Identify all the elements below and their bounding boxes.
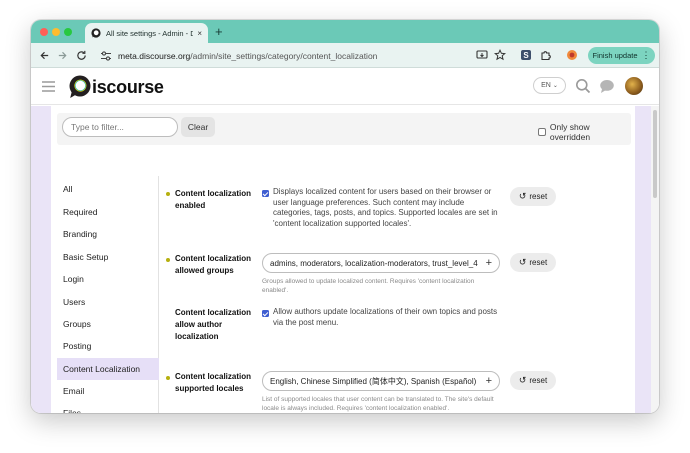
tune-icon[interactable] — [100, 50, 112, 62]
list-value: admins, moderators, localization-moderat… — [270, 258, 478, 268]
finish-update-button[interactable]: Finish update ⋮ — [588, 47, 655, 64]
nav-item-all[interactable]: All — [57, 179, 159, 199]
allowed-groups-list-input[interactable]: admins, moderators, localization-moderat… — [262, 253, 500, 273]
settings-filter-bar: Clear Only show overridden — [57, 113, 631, 145]
zoom-window-button[interactable] — [64, 28, 72, 36]
setting-name: Content localization enabled — [175, 189, 251, 210]
only-overridden-checkbox[interactable] — [538, 128, 546, 136]
setting-hint: Groups allowed to update localized conte… — [262, 278, 475, 294]
language-caret-icon: ⌄ — [552, 83, 558, 89]
reset-button[interactable]: ↺ reset — [510, 187, 556, 206]
new-tab-button[interactable]: + — [215, 23, 223, 41]
left-gutter — [31, 106, 51, 413]
logo-text: iscourse — [92, 76, 164, 97]
hamburger-icon[interactable] — [42, 81, 55, 92]
list-value: English, Chinese Simplified (简体中文), Span… — [270, 376, 477, 386]
browser-toolbar: meta.discourse.org/admin/site_settings/c… — [31, 43, 659, 68]
extension-s-icon[interactable]: S — [520, 49, 532, 61]
language-code: EN — [541, 82, 551, 89]
setting-checkbox-row[interactable]: Displays localized content for users bas… — [262, 187, 502, 229]
nav-item-basic-setup[interactable]: Basic Setup — [57, 247, 159, 267]
profile-icon[interactable] — [566, 49, 578, 61]
reset-button[interactable]: ↺ reset — [510, 371, 556, 390]
browser-tab-active[interactable]: All site settings - Admin - Discourse × — [85, 23, 208, 43]
language-switcher[interactable]: EN ⌄ — [533, 77, 566, 94]
install-app-icon[interactable] — [476, 49, 488, 61]
search-icon[interactable] — [575, 78, 591, 94]
scrollbar-thumb[interactable] — [653, 110, 657, 198]
add-value-icon[interactable]: + — [486, 258, 492, 269]
close-window-button[interactable] — [40, 28, 48, 36]
bookmark-star-icon[interactable] — [494, 49, 506, 61]
nav-item-branding[interactable]: Branding — [57, 224, 159, 244]
discourse-favicon-icon — [91, 28, 101, 38]
nav-item-content-localization[interactable]: Content Localization — [57, 358, 159, 380]
setting-checkbox[interactable] — [262, 190, 269, 197]
site-header: iscourse EN ⌄ — [31, 69, 659, 105]
nav-item-groups[interactable]: Groups — [57, 314, 159, 334]
setting-value: Displays localized content for users bas… — [262, 187, 502, 229]
reset-icon: ↺ — [518, 191, 527, 201]
nav-item-email[interactable]: Email — [57, 381, 159, 401]
right-gutter — [635, 106, 651, 413]
setting-hint: List of supported locales that user cont… — [262, 396, 494, 412]
supported-locales-list-input[interactable]: English, Chinese Simplified (简体中文), Span… — [262, 371, 500, 391]
puzzle-extension-icon[interactable] — [540, 49, 552, 61]
setting-value: Allow authors update localizations of th… — [262, 307, 502, 328]
setting-bullet — [166, 192, 170, 196]
discourse-logo-mark-icon — [69, 75, 91, 98]
setting-checkbox-row[interactable]: Allow authors update localizations of th… — [262, 307, 502, 328]
setting-checkbox[interactable] — [262, 310, 269, 317]
tab-close-icon[interactable]: × — [197, 29, 202, 38]
setting-bullet — [166, 376, 170, 380]
add-value-icon[interactable]: + — [486, 376, 492, 387]
reset-button[interactable]: ↺ reset — [510, 253, 556, 272]
minimize-window-button[interactable] — [52, 28, 60, 36]
svg-text:S: S — [523, 51, 529, 60]
user-avatar[interactable] — [625, 77, 643, 95]
tab-title: All site settings - Admin - Discourse — [106, 28, 194, 38]
reload-icon[interactable] — [74, 48, 88, 62]
page-content: iscourse EN⌄ Clear — [31, 69, 659, 413]
nav-item-users[interactable]: Users — [57, 292, 159, 312]
nav-item-posting[interactable]: Posting — [57, 336, 159, 356]
only-overridden-label: Only show overridden — [549, 122, 591, 142]
setting-name: Content localization allowed groups — [175, 254, 251, 275]
forward-arrow-icon[interactable] — [55, 48, 69, 62]
only-overridden-toggle[interactable]: Only show overridden — [538, 122, 631, 142]
finish-update-label: Finish update — [592, 51, 638, 60]
setting-name: Content localization supported locales — [175, 372, 251, 393]
kebab-menu-icon[interactable]: ⋮ — [642, 51, 651, 60]
back-arrow-icon[interactable] — [37, 48, 51, 62]
reset-label: reset — [529, 376, 548, 385]
settings-list: Content localization enabled Displays lo… — [159, 176, 635, 413]
page-scrollbar[interactable] — [651, 106, 659, 413]
setting-description: Allow authors update localizations of th… — [273, 307, 498, 327]
url-host: meta.discourse.org — [118, 50, 191, 61]
settings-category-nav: All Required Branding Basic Setup Login … — [57, 176, 159, 413]
nav-item-required[interactable]: Required — [57, 202, 159, 222]
reset-label: reset — [529, 192, 548, 201]
address-bar[interactable]: meta.discourse.org/admin/site_settings/c… — [100, 47, 377, 64]
tab-strip: All site settings - Admin - Discourse × … — [31, 20, 659, 43]
setting-value: English, Chinese Simplified (简体中文), Span… — [262, 371, 502, 413]
url-path: /admin/site_settings/category/content_lo… — [190, 50, 378, 61]
setting-name: Content localization allow author locali… — [175, 308, 251, 341]
reset-icon: ↺ — [518, 375, 527, 385]
browser-window: All site settings - Admin - Discourse × … — [31, 20, 659, 413]
discourse-logo[interactable]: iscourse — [69, 74, 164, 100]
setting-description: Displays localized content for users bas… — [273, 187, 498, 228]
reset-icon: ↺ — [518, 257, 527, 267]
chat-icon[interactable] — [599, 78, 615, 94]
clear-filter-button[interactable]: Clear — [181, 117, 215, 137]
nav-item-files[interactable]: Files — [57, 403, 159, 413]
setting-value: admins, moderators, localization-moderat… — [262, 253, 502, 295]
url-text: meta.discourse.org/admin/site_settings/c… — [118, 51, 377, 61]
nav-item-login[interactable]: Login — [57, 269, 159, 289]
filter-input[interactable] — [62, 117, 178, 137]
setting-bullet — [166, 258, 170, 262]
reset-label: reset — [529, 258, 548, 267]
